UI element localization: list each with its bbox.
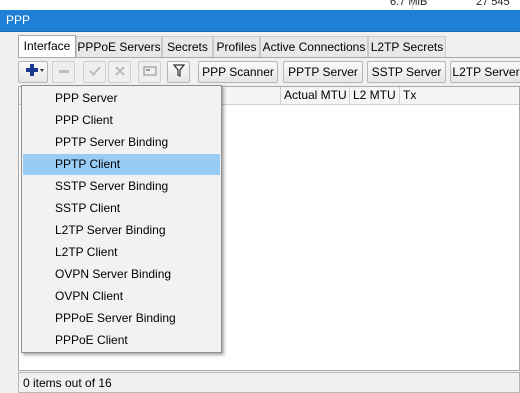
column-label: Tx: [403, 88, 417, 102]
menu-item-label: PPPoE Server Binding: [55, 311, 176, 325]
remove-button[interactable]: [52, 61, 75, 83]
background-text-right: 27 545: [476, 0, 510, 8]
add-button[interactable]: [18, 61, 48, 83]
menu-item-l2tp-client[interactable]: L2TP Client: [23, 242, 220, 263]
background-text-left: 6.7 MiB: [390, 0, 428, 8]
menu-item-l2tp-server-binding[interactable]: L2TP Server Binding: [23, 220, 220, 241]
menu-item-label: L2TP Client: [55, 245, 118, 259]
ppp-scanner-button[interactable]: PPP Scanner: [198, 61, 278, 83]
column-header-l2-mtu[interactable]: L2 MTU: [350, 87, 400, 104]
tab-active-connections[interactable]: Active Connections: [260, 36, 368, 57]
disable-button[interactable]: [108, 61, 131, 83]
l2tp-server-button[interactable]: L2TP Server: [450, 61, 520, 83]
menu-item-sstp-client[interactable]: SSTP Client: [23, 198, 220, 219]
column-header-tx[interactable]: Tx: [400, 87, 519, 104]
filter-icon: [172, 63, 185, 83]
button-label: PPP Scanner: [202, 65, 274, 79]
menu-item-label: OVPN Client: [55, 289, 124, 303]
x-icon: [114, 63, 126, 83]
menu-item-ppp-client[interactable]: PPP Client: [23, 110, 220, 131]
filter-button[interactable]: [167, 61, 190, 83]
button-label: L2TP Server: [452, 65, 520, 79]
menu-item-label: PPTP Server Binding: [55, 135, 169, 149]
menu-item-pptp-client[interactable]: PPTP Client: [23, 154, 220, 175]
menu-item-ppp-server[interactable]: PPP Server: [23, 88, 220, 109]
status-bar: 0 items out of 16: [18, 372, 520, 393]
tab-label: Interface: [23, 39, 71, 53]
tab-label: L2TP Secrets: [370, 40, 444, 54]
tab-profiles[interactable]: Profiles: [213, 36, 260, 57]
tab-label: Profiles: [216, 40, 257, 54]
minus-icon: [58, 63, 70, 83]
button-label: SSTP Server: [371, 65, 442, 79]
window-titlebar[interactable]: PPP: [0, 10, 520, 32]
pptp-server-button[interactable]: PPTP Server: [283, 61, 363, 83]
tab-pppoe-servers[interactable]: PPPoE Servers: [76, 36, 162, 57]
sstp-server-button[interactable]: SSTP Server: [367, 61, 446, 83]
menu-item-label: PPPoE Client: [55, 333, 128, 347]
menu-item-pptp-server-binding[interactable]: PPTP Server Binding: [23, 132, 220, 153]
column-label: Actual MTU: [284, 88, 347, 102]
column-label: L2 MTU: [353, 88, 396, 102]
tab-label: Secrets: [167, 40, 208, 54]
menu-item-label: PPP Server: [55, 91, 118, 105]
menu-item-label: SSTP Client: [55, 201, 121, 215]
tab-secrets[interactable]: Secrets: [162, 36, 213, 57]
comment-icon: [142, 63, 157, 83]
menu-item-label: PPTP Client: [55, 157, 121, 171]
menu-item-sstp-server-binding[interactable]: SSTP Server Binding: [23, 176, 220, 197]
tab-label: Active Connections: [262, 40, 366, 54]
column-header-actual-mtu[interactable]: Actual MTU: [281, 87, 350, 104]
tab-interface[interactable]: Interface: [18, 35, 76, 58]
button-label: PPTP Server: [288, 65, 358, 79]
add-dropdown-menu: PPP Server PPP Client PPTP Server Bindin…: [21, 85, 222, 353]
plus-icon: [21, 63, 45, 83]
window-title: PPP: [6, 13, 31, 27]
menu-item-pppoe-server-binding[interactable]: PPPoE Server Binding: [23, 308, 220, 329]
menu-item-label: L2TP Server Binding: [55, 223, 166, 237]
tab-label: PPPoE Servers: [77, 40, 161, 54]
background-divider: [412, 0, 413, 10]
menu-item-label: PPP Client: [55, 113, 113, 127]
toolbar: PPP Scanner PPTP Server SSTP Server L2TP…: [0, 58, 520, 86]
menu-item-label: OVPN Server Binding: [55, 267, 172, 281]
comment-button[interactable]: [138, 61, 161, 83]
menu-item-pppoe-client[interactable]: PPPoE Client: [23, 330, 220, 351]
enable-button[interactable]: [83, 61, 106, 83]
check-icon: [88, 63, 101, 83]
menu-item-label: SSTP Server Binding: [55, 179, 169, 193]
tab-l2tp-secrets[interactable]: L2TP Secrets: [368, 36, 446, 57]
menu-item-ovpn-client[interactable]: OVPN Client: [23, 286, 220, 307]
item-count: 0 items out of 16: [23, 376, 112, 390]
menu-item-ovpn-server-binding[interactable]: OVPN Server Binding: [23, 264, 220, 285]
